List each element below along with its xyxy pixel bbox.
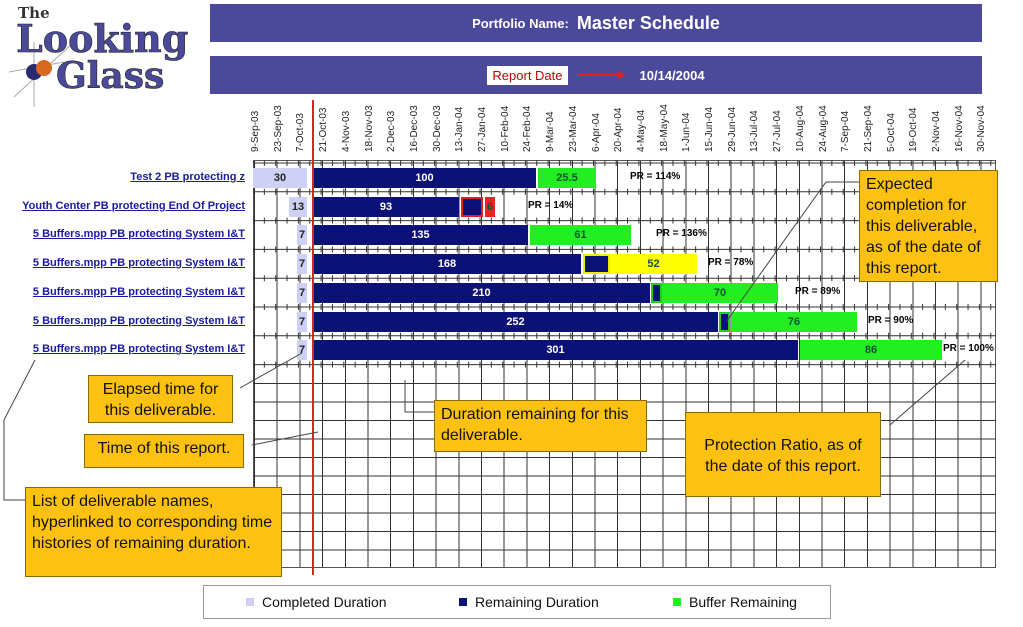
legend-item: Completed Duration xyxy=(246,594,387,610)
callout-elapsed-time: Elapsed time for this deliverable. xyxy=(88,375,233,423)
legend-swatch xyxy=(246,598,254,606)
callout-deliverable-list: List of deliverable names, hyperlinked t… xyxy=(25,487,282,577)
legend-item: Buffer Remaining xyxy=(673,594,797,610)
legend-label: Buffer Remaining xyxy=(689,594,797,610)
legend-item: Remaining Duration xyxy=(459,594,599,610)
callout-time-of-report: Time of this report. xyxy=(84,434,244,468)
callout-protection-ratio: Protection Ratio, as of the date of this… xyxy=(685,412,881,497)
legend-swatch xyxy=(459,598,467,606)
legend: Completed Duration Remaining Duration Buff… xyxy=(203,585,831,619)
callout-duration-remaining: Duration remaining for this deliverable. xyxy=(434,400,647,452)
legend-swatch xyxy=(673,598,681,606)
callout-expected-completion: Expected completion for this deliverable… xyxy=(859,170,998,282)
legend-label: Completed Duration xyxy=(262,594,387,610)
legend-label: Remaining Duration xyxy=(475,594,599,610)
